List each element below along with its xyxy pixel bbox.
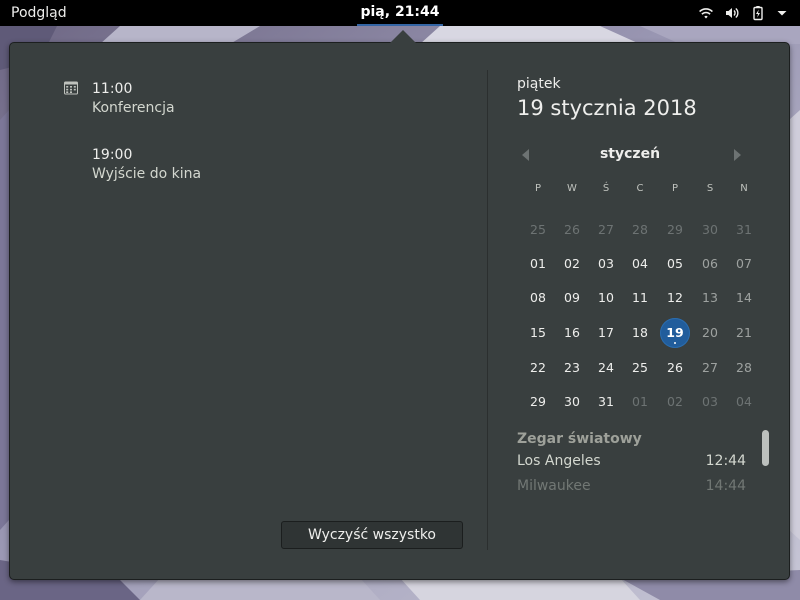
calendar-day[interactable]: 08 — [523, 283, 553, 313]
calendar-day[interactable]: 10 — [591, 283, 621, 313]
popup-pointer — [390, 30, 416, 43]
calendar-day[interactable]: 24 — [591, 353, 621, 383]
world-clocks-section[interactable]: Zegar światowy Los Angeles 12:44 Milwauk… — [517, 431, 747, 503]
calendar-day[interactable]: 29 — [660, 215, 690, 245]
calendar-day[interactable]: 31 — [591, 387, 621, 417]
event-item[interactable]: 19:00 Wyjście do kina — [92, 146, 201, 184]
calendar-day[interactable]: 31 — [729, 215, 759, 245]
clear-all-button[interactable]: Wyczyść wszystko — [281, 521, 463, 549]
calendar-day[interactable]: 13 — [695, 283, 725, 313]
calendar-day[interactable]: 20 — [695, 318, 725, 348]
calendar-day[interactable]: 03 — [695, 387, 725, 417]
calendar-day[interactable]: 01 — [625, 387, 655, 417]
calendar-day[interactable]: 09 — [557, 283, 587, 313]
battery-icon — [753, 6, 763, 21]
event-title: Wyjście do kina — [92, 166, 202, 182]
clock-active-indicator — [357, 24, 443, 26]
calendar-day[interactable]: 11 — [625, 283, 655, 313]
calendar-day[interactable]: 17 — [591, 318, 621, 348]
world-clock-time: 12:44 — [705, 453, 746, 469]
calendar-day[interactable]: 04 — [729, 387, 759, 417]
calendar-day[interactable]: 30 — [695, 215, 725, 245]
calendar-day[interactable]: 07 — [729, 249, 759, 279]
calendar-popup: 11:00 Konferencja 19:00 Wyjście do kina … — [9, 42, 790, 580]
calendar-day[interactable]: 30 — [557, 387, 587, 417]
calendar-day[interactable]: 06 — [695, 249, 725, 279]
calendar-day[interactable]: 28 — [625, 215, 655, 245]
calendar-day[interactable]: 27 — [591, 215, 621, 245]
calendar-day[interactable]: 23 — [557, 353, 587, 383]
clock-label: pią, 21:44 — [360, 4, 440, 20]
calendar-day[interactable]: 29 — [523, 387, 553, 417]
world-clock-time: 14:44 — [705, 478, 746, 494]
weekday-header: P — [671, 183, 679, 194]
calendar-day[interactable]: 02 — [660, 387, 690, 417]
menu-arrow-icon — [777, 11, 787, 16]
calendar-day[interactable]: 12 — [660, 283, 690, 313]
weekday-header: W — [567, 183, 577, 194]
calendar-day[interactable]: 14 — [729, 283, 759, 313]
weekday-header: C — [636, 183, 644, 194]
event-item[interactable]: 11:00 Konferencja — [92, 80, 175, 118]
calendar-day-today[interactable]: 19 — [660, 318, 690, 348]
weekday-header: S — [706, 183, 714, 194]
weekday-header: Ś — [602, 183, 610, 194]
world-clock-row: Los Angeles 12:44 — [517, 453, 747, 478]
clock-button[interactable]: pią, 21:44 — [356, 0, 444, 26]
calendar-day[interactable]: 01 — [523, 249, 553, 279]
scrollbar[interactable] — [762, 430, 769, 466]
calendar-day[interactable]: 05 — [660, 249, 690, 279]
system-tray[interactable] — [698, 0, 788, 26]
calendar-day[interactable]: 28 — [729, 353, 759, 383]
world-clock-city: Los Angeles — [517, 453, 601, 469]
calendar-event-icon — [64, 81, 78, 95]
world-clocks-title: Zegar światowy — [517, 431, 642, 447]
calendar-day[interactable]: 25 — [625, 353, 655, 383]
wifi-icon — [699, 8, 713, 19]
calendar-day[interactable]: 03 — [591, 249, 621, 279]
weekday-header: P — [534, 183, 542, 194]
calendar-day[interactable]: 04 — [625, 249, 655, 279]
calendar-day[interactable]: 26 — [557, 215, 587, 245]
calendar-grid: P W Ś C P S N 25 26 27 28 29 30 31 01 02 03 04 05 06 07 08 09 1… — [488, 43, 789, 423]
calendar-day[interactable]: 21 — [729, 318, 759, 348]
world-clock-row: Milwaukee 14:44 — [517, 478, 747, 503]
calendar-day[interactable]: 26 — [660, 353, 690, 383]
calendar-day[interactable]: 18 — [625, 318, 655, 348]
calendar-day[interactable]: 16 — [557, 318, 587, 348]
activities-button[interactable]: Podgląd — [11, 0, 67, 26]
volume-icon — [726, 7, 739, 19]
event-time: 11:00 — [92, 81, 133, 97]
calendar-day[interactable]: 15 — [523, 318, 553, 348]
world-clock-city: Milwaukee — [517, 478, 591, 494]
event-time: 19:00 — [92, 147, 133, 163]
event-title: Konferencja — [92, 100, 175, 116]
calendar-day[interactable]: 22 — [523, 353, 553, 383]
top-bar: Podgląd pią, 21:44 — [0, 0, 800, 26]
events-list: 11:00 Konferencja 19:00 Wyjście do kina … — [10, 43, 486, 579]
calendar-day[interactable]: 02 — [557, 249, 587, 279]
calendar-panel: piątek 19 stycznia 2018 styczeń PWŚCPSN2… — [488, 43, 789, 579]
calendar-day[interactable]: 27 — [695, 353, 725, 383]
calendar-day[interactable]: 25 — [523, 215, 553, 245]
weekday-header: N — [740, 183, 748, 194]
